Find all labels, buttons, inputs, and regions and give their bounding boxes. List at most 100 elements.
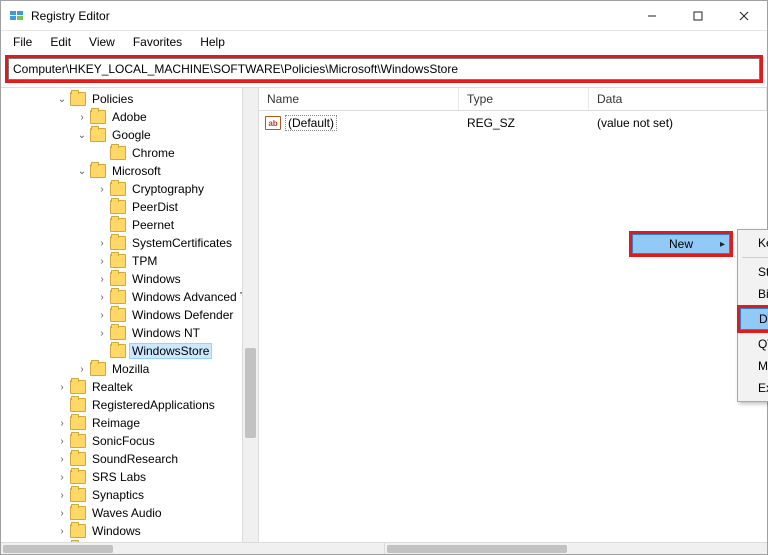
submenu-qword64-value[interactable]: QWORD (64-bit) Value (740, 333, 768, 355)
chevron-right-icon[interactable]: › (56, 436, 68, 447)
submenu-new: Key String Value Binary Value DWORD (32-… (737, 229, 768, 402)
chevron-right-icon[interactable]: › (96, 238, 108, 249)
tree-scrollbar[interactable] (242, 88, 258, 546)
tree-item-adobe[interactable]: ›Adobe (1, 108, 258, 126)
chevron-right-icon[interactable]: › (56, 526, 68, 537)
context-menu-new[interactable]: New (632, 234, 730, 254)
tree-item-windows2[interactable]: › Windows (1, 522, 258, 540)
chevron-right-icon[interactable]: › (96, 328, 108, 339)
tree-item-windows-nt[interactable]: › Windows NT (1, 324, 258, 342)
horizontal-scrollbar[interactable] (1, 542, 767, 554)
submenu-multistring-value[interactable]: Multi-String Value (740, 355, 768, 377)
tree-item-peerdist[interactable]: PeerDist (1, 198, 258, 216)
submenu-string-value[interactable]: String Value (740, 261, 768, 283)
tree-item-windows-store[interactable]: WindowsStore (1, 342, 258, 360)
tree-item-registered-apps[interactable]: RegisteredApplications (1, 396, 258, 414)
tree-item-chrome[interactable]: Chrome (1, 144, 258, 162)
tree-item-mozilla[interactable]: ›Mozilla (1, 360, 258, 378)
titlebar: Registry Editor (1, 1, 767, 31)
hscroll-thumb-left[interactable] (3, 545, 113, 553)
tree-label: Windows NT (130, 326, 202, 340)
tree-item-soundresearch[interactable]: › SoundResearch (1, 450, 258, 468)
tree-item-sonicfocus[interactable]: ›SonicFocus (1, 432, 258, 450)
tree-item-policies[interactable]: ⌄ Policies (1, 90, 258, 108)
tree-pane: ⌄ Policies ›Adobe ⌄ Google Chrome ⌄ Microsoft ›C… (1, 88, 259, 546)
context-menu-new-highlight: New (629, 231, 733, 257)
folder-icon (110, 254, 126, 268)
chevron-right-icon[interactable]: › (76, 364, 88, 375)
folder-icon (70, 398, 86, 412)
address-bar[interactable]: Computer\HKEY_LOCAL_MACHINE\SOFTWARE\Pol… (8, 58, 760, 80)
tree-label: SRS Labs (90, 470, 148, 484)
tree-label: Windows Defender (130, 308, 235, 322)
tree-item-windows-defender[interactable]: › Windows Defender (1, 306, 258, 324)
folder-icon (110, 236, 126, 250)
tree-item-tpm[interactable]: › TPM (1, 252, 258, 270)
folder-icon (70, 506, 86, 520)
string-value-icon: ab (265, 116, 281, 130)
tree-item-waves-audio[interactable]: ›Waves Audio (1, 504, 258, 522)
submenu-dword32-value[interactable]: DWORD (32-bit) Value (740, 308, 768, 330)
tree-item-realtek[interactable]: › Realtek (1, 378, 258, 396)
tree-item-peernet[interactable]: Peernet (1, 216, 258, 234)
value-name: (Default) (285, 115, 337, 131)
menu-edit[interactable]: Edit (42, 33, 79, 51)
chevron-right-icon[interactable]: › (56, 454, 68, 465)
folder-icon (70, 92, 86, 106)
chevron-right-icon[interactable]: › (76, 112, 88, 123)
col-type[interactable]: Type (459, 88, 589, 110)
tree-label: Policies (90, 92, 135, 106)
chevron-down-icon[interactable]: ⌄ (56, 94, 68, 105)
tree-label: SoundResearch (90, 452, 180, 466)
menu-file[interactable]: File (5, 33, 40, 51)
tree-label: TPM (130, 254, 159, 268)
tree-item-google[interactable]: ⌄ Google (1, 126, 258, 144)
tree-item-windows[interactable]: ›Windows (1, 270, 258, 288)
chevron-down-icon[interactable]: ⌄ (76, 166, 88, 177)
chevron-right-icon[interactable]: › (56, 382, 68, 393)
menu-help[interactable]: Help (192, 33, 233, 51)
maximize-button[interactable] (675, 1, 721, 31)
chevron-right-icon[interactable]: › (96, 274, 108, 285)
tree-label: Chrome (130, 146, 177, 160)
chevron-right-icon[interactable]: › (96, 310, 108, 321)
tree-item-synaptics[interactable]: ›Synaptics (1, 486, 258, 504)
tree-label: Windows (90, 524, 143, 538)
folder-icon (110, 200, 126, 214)
chevron-right-icon[interactable]: › (56, 418, 68, 429)
tree-item-reimage[interactable]: ›Reimage (1, 414, 258, 432)
close-button[interactable] (721, 1, 767, 31)
submenu-binary-value[interactable]: Binary Value (740, 283, 768, 305)
value-row-default[interactable]: ab (Default) REG_SZ (value not set) (259, 113, 767, 133)
hscroll-thumb-right[interactable] (387, 545, 567, 553)
folder-icon (90, 164, 106, 178)
chevron-right-icon[interactable]: › (96, 256, 108, 267)
tree-item-srs-labs[interactable]: › SRS Labs (1, 468, 258, 486)
tree-label: PeerDist (130, 200, 180, 214)
chevron-right-icon[interactable]: › (56, 472, 68, 483)
menubar: File Edit View Favorites Help (1, 31, 767, 53)
chevron-down-icon[interactable]: ⌄ (76, 130, 88, 141)
chevron-right-icon[interactable]: › (96, 184, 108, 195)
menu-view[interactable]: View (81, 33, 123, 51)
tree-label: Windows Advanced Th (130, 290, 256, 304)
submenu-expandable-string-value[interactable]: Expandable String Value (740, 377, 768, 399)
chevron-right-icon[interactable]: › (56, 490, 68, 501)
tree-item-systemcertificates[interactable]: ›SystemCertificates (1, 234, 258, 252)
tree-label: Google (110, 128, 153, 142)
list-pane: Name Type Data ab (Default) REG_SZ (valu… (259, 88, 767, 546)
tree-label: Realtek (90, 380, 135, 394)
tree-item-windows-advanced[interactable]: › Windows Advanced Th (1, 288, 258, 306)
tree-label: Microsoft (110, 164, 163, 178)
col-data[interactable]: Data (589, 88, 767, 110)
chevron-right-icon[interactable]: › (96, 292, 108, 303)
menu-favorites[interactable]: Favorites (125, 33, 190, 51)
tree-item-microsoft[interactable]: ⌄ Microsoft (1, 162, 258, 180)
tree-item-cryptography[interactable]: ›Cryptography (1, 180, 258, 198)
tree-scroll-thumb[interactable] (245, 348, 256, 438)
minimize-button[interactable] (629, 1, 675, 31)
col-name[interactable]: Name (259, 88, 459, 110)
submenu-key[interactable]: Key (740, 232, 768, 254)
chevron-right-icon[interactable]: › (56, 508, 68, 519)
submenu-separator (742, 257, 768, 258)
